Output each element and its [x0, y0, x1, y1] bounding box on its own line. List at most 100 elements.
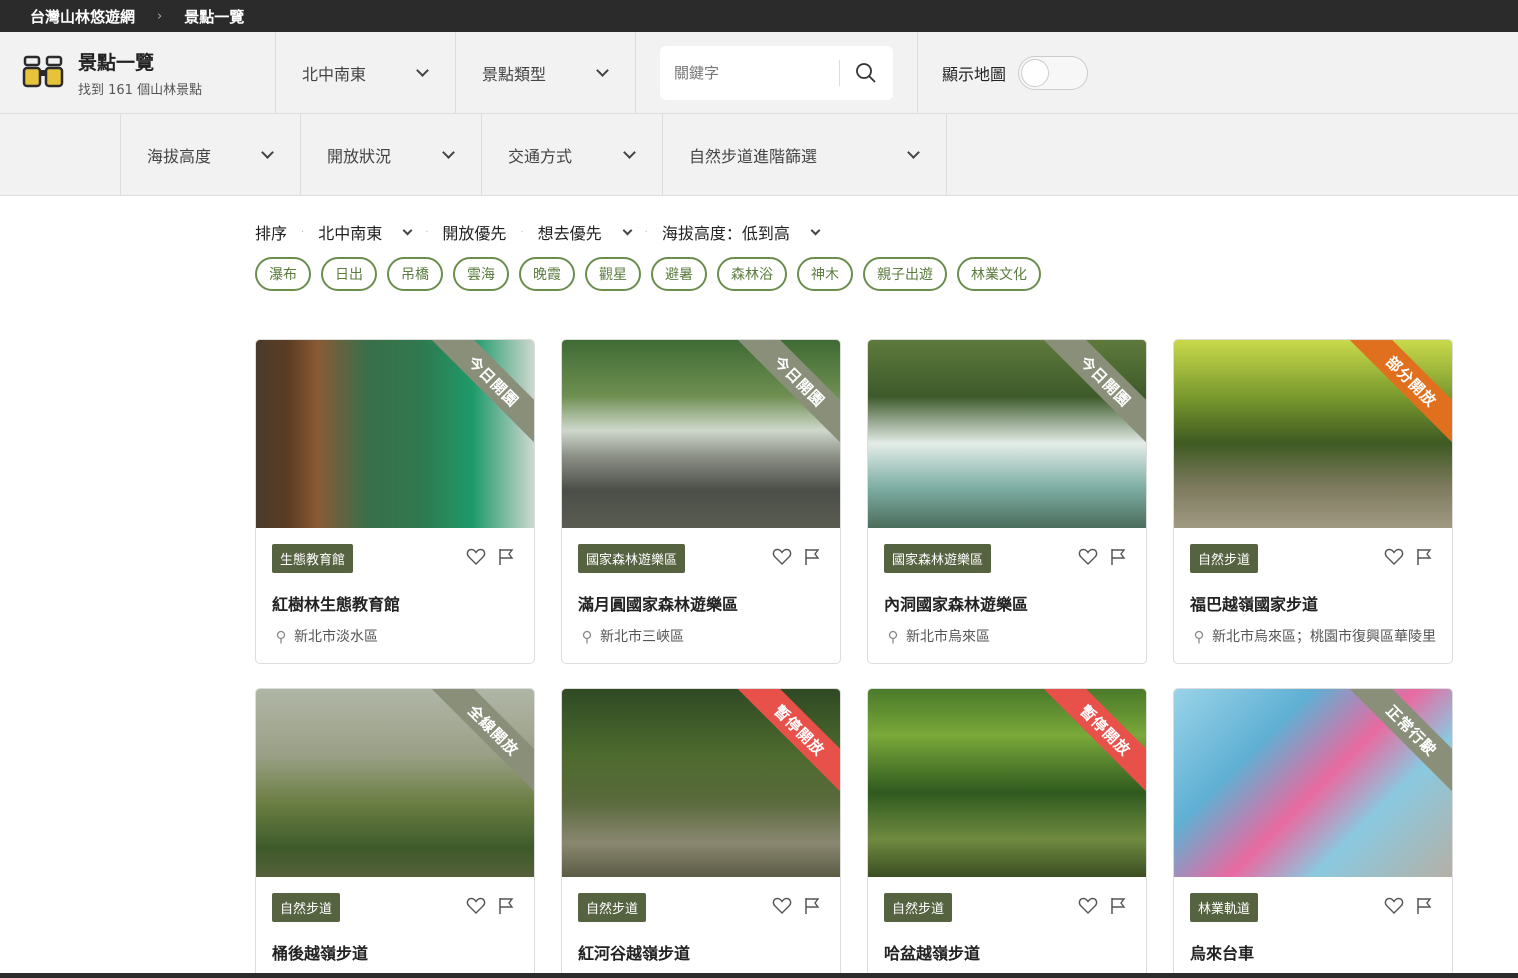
heart-icon[interactable]	[1384, 897, 1404, 919]
map-toggle-area: 顯示地圖	[918, 32, 1089, 113]
card-title[interactable]: 滿月圓國家森林遊樂區	[578, 591, 824, 615]
category-badge: 生態教育館	[272, 544, 354, 573]
attraction-card[interactable]: 今日開園 生態教育館 紅樹林生態教育館 新北市淡水區	[255, 339, 535, 664]
tag-family-trip[interactable]: 親子出遊	[863, 257, 947, 291]
sort-separator: ·	[520, 226, 524, 238]
tag-stargazing[interactable]: 觀星	[585, 257, 641, 291]
card-location-text: 新北市烏來區；桃園市復興區華陵里	[1212, 629, 1436, 645]
search-button[interactable]	[840, 62, 892, 84]
tag-summer-retreat[interactable]: 避暑	[651, 257, 707, 291]
status-ribbon: 今日開園	[426, 340, 534, 449]
heart-icon[interactable]	[1078, 897, 1098, 919]
category-badge: 自然步道	[578, 893, 647, 922]
flag-icon[interactable]	[804, 548, 820, 570]
card-location: 新北市淡水區	[272, 627, 518, 663]
trail-advanced-select-label: 自然步道進階篩選	[689, 146, 818, 166]
flag-icon[interactable]	[498, 897, 514, 919]
open-status-select[interactable]: 開放狀況	[301, 114, 482, 195]
card-image[interactable]: 今日開園	[868, 340, 1146, 528]
card-title[interactable]: 烏來台車	[1190, 940, 1436, 964]
flag-icon[interactable]	[1416, 548, 1432, 570]
card-title[interactable]: 桶後越嶺步道	[272, 940, 518, 964]
attraction-card[interactable]: 暫停開放 自然步道 紅河谷越嶺步道	[561, 688, 841, 978]
trail-advanced-select[interactable]: 自然步道進階篩選	[663, 114, 947, 195]
sort-open-first[interactable]: 開放優先	[442, 220, 506, 244]
card-image[interactable]: 今日開園	[562, 340, 840, 528]
sort-separator: ·	[301, 226, 305, 238]
tag-suspension-bridge[interactable]: 吊橋	[387, 257, 443, 291]
breadcrumb-current: 景點一覽	[184, 7, 245, 26]
heart-icon[interactable]	[466, 548, 486, 570]
altitude-select-label: 海拔高度	[147, 146, 212, 166]
sort-region[interactable]: 北中南東	[318, 220, 413, 244]
attraction-card[interactable]: 今日開園 國家森林遊樂區 滿月圓國家森林遊樂區 新北市三峽區	[561, 339, 841, 664]
heart-icon[interactable]	[1384, 548, 1404, 570]
tag-sunset[interactable]: 晚霞	[519, 257, 575, 291]
card-title[interactable]: 內洞國家森林遊樂區	[884, 591, 1130, 615]
location-pin-icon	[888, 630, 898, 644]
map-toggle[interactable]	[1018, 55, 1089, 90]
filter-row-2: 海拔高度 開放狀況 交通方式 自然步道進階篩選	[0, 114, 1518, 196]
attraction-card[interactable]: 正常行駛 林業軌道 烏來台車	[1173, 688, 1453, 978]
flag-icon[interactable]	[1110, 897, 1126, 919]
chevron-down-icon	[596, 64, 609, 77]
card-image[interactable]: 全線開放	[256, 689, 534, 877]
heart-icon[interactable]	[1078, 548, 1098, 570]
status-ribbon: 暫停開放	[732, 689, 840, 798]
region-select[interactable]: 北中南東	[276, 32, 456, 113]
attraction-card[interactable]: 部分開放 自然步道 福巴越嶺國家步道 新北市烏來區；桃園市復興區華陵里	[1173, 339, 1453, 664]
heart-icon[interactable]	[772, 548, 792, 570]
card-title[interactable]: 紅樹林生態教育館	[272, 591, 518, 615]
tag-sea-of-clouds[interactable]: 雲海	[453, 257, 509, 291]
attraction-card[interactable]: 全線開放 自然步道 桶後越嶺步道	[255, 688, 535, 978]
flag-icon[interactable]	[1110, 548, 1126, 570]
card-image[interactable]: 部分開放	[1174, 340, 1452, 528]
brand: 景點一覽 找到 161 個山林景點	[0, 32, 276, 113]
binoculars-icon	[22, 55, 64, 87]
attraction-card[interactable]: 暫停開放 自然步道 哈盆越嶺步道	[867, 688, 1147, 978]
type-select[interactable]: 景點類型	[456, 32, 636, 113]
card-title[interactable]: 福巴越嶺國家步道	[1190, 591, 1436, 615]
chevron-down-icon	[442, 146, 455, 159]
card-title[interactable]: 哈盆越嶺步道	[884, 940, 1130, 964]
card-title[interactable]: 紅河谷越嶺步道	[578, 940, 824, 964]
tag-waterfall[interactable]: 瀑布	[255, 257, 311, 291]
card-image[interactable]: 今日開園	[256, 340, 534, 528]
sort-want-first[interactable]: 想去優先	[537, 220, 633, 244]
tag-sunrise[interactable]: 日出	[321, 257, 377, 291]
category-badge: 自然步道	[272, 893, 341, 922]
status-ribbon: 正常行駛	[1344, 689, 1452, 798]
tag-sacred-tree[interactable]: 神木	[797, 257, 853, 291]
tag-forest-bathing[interactable]: 森林浴	[717, 257, 787, 291]
sort-want-first-label: 想去優先	[537, 224, 602, 243]
attraction-card[interactable]: 今日開園 國家森林遊樂區 內洞國家森林遊樂區 新北市烏來區	[867, 339, 1147, 664]
chevron-down-icon	[402, 225, 413, 235]
heart-icon[interactable]	[466, 897, 486, 919]
category-badge: 林業軌道	[1190, 893, 1259, 922]
location-pin-icon	[582, 630, 592, 644]
transport-select[interactable]: 交通方式	[482, 114, 663, 195]
flag-icon[interactable]	[498, 548, 514, 570]
tag-forestry-culture[interactable]: 林業文化	[957, 257, 1041, 291]
open-status-select-label: 開放狀況	[327, 146, 392, 166]
card-image[interactable]: 暫停開放	[562, 689, 840, 877]
tag-list: 瀑布 日出 吊橋 雲海 晚霞 觀星 避暑 森林浴 神木 親子出遊 林業文化	[255, 257, 1041, 291]
breadcrumb-separator-icon: ›	[157, 8, 163, 24]
search-input[interactable]	[660, 59, 840, 86]
sort-separator: ·	[425, 226, 429, 238]
sort-label: 排序	[255, 224, 288, 243]
bottom-bar	[0, 973, 1518, 978]
breadcrumb-home[interactable]: 台灣山林悠遊網	[30, 6, 135, 27]
sort-altitude[interactable]: 海拔高度：低到高	[662, 220, 821, 244]
card-image[interactable]: 暫停開放	[868, 689, 1146, 877]
chevron-down-icon	[810, 225, 821, 235]
chevron-down-icon	[623, 146, 636, 159]
status-ribbon: 全線開放	[426, 689, 534, 798]
status-ribbon: 暫停開放	[1038, 689, 1146, 798]
filter-spacer	[0, 114, 120, 195]
flag-icon[interactable]	[804, 897, 820, 919]
flag-icon[interactable]	[1416, 897, 1432, 919]
heart-icon[interactable]	[772, 897, 792, 919]
altitude-select[interactable]: 海拔高度	[120, 114, 301, 195]
card-image[interactable]: 正常行駛	[1174, 689, 1452, 877]
